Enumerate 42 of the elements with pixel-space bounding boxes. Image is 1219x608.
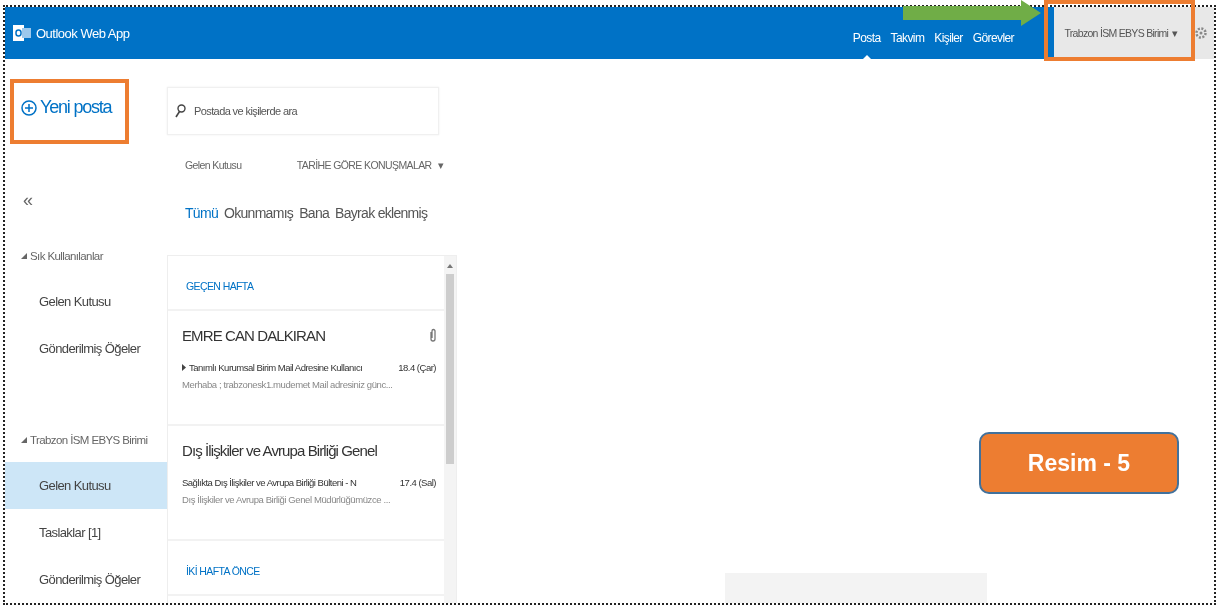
folder-item[interactable]: Gönderilmiş Öğeler — [5, 556, 167, 603]
folder-group-label[interactable]: Sık Kullanılanlar — [30, 250, 103, 262]
figure-label: Resim - 5 — [979, 432, 1179, 494]
nav-link[interactable]: Görevler — [972, 29, 1014, 59]
pointer-arrow-icon — [903, 0, 1041, 26]
message-sender: Dış İlişkiler ve Avrupa Birliği Genel — [182, 441, 377, 459]
search-icon — [175, 104, 186, 118]
expanded-triangle-icon[interactable] — [21, 437, 27, 443]
app-title: Outlook Web App — [36, 25, 130, 41]
date-group-heading: GEÇEN HAFTA — [186, 280, 254, 292]
nav-link[interactable]: Posta — [852, 29, 881, 59]
account-menu[interactable]: Trabzon İSM EBYS Birimi ▾ — [1054, 7, 1188, 59]
filter-tab[interactable]: Tümü — [185, 205, 218, 229]
outlook-logo-icon — [13, 24, 31, 42]
folder-item[interactable]: Gelen Kutusu — [5, 278, 167, 325]
message-subject: Tanımlı Kurumsal Birim Mail Adresine Kullanıcı — [189, 361, 364, 373]
plus-circle-icon — [21, 99, 37, 116]
folder-item[interactable]: Gönderilmiş Öğeler — [5, 325, 167, 372]
filter-tab[interactable]: Bana — [299, 205, 330, 229]
folder-item[interactable]: Taslaklar [1] — [5, 509, 167, 556]
nav-link[interactable]: Kişiler — [934, 29, 963, 59]
filter-tab[interactable]: Okunmamış — [224, 205, 294, 229]
message-sender: EMRE CAN DALKIRAN — [182, 326, 326, 344]
scrollbar[interactable] — [444, 256, 456, 603]
collapse-button[interactable]: « — [23, 190, 33, 210]
expanded-triangle-icon[interactable] — [21, 253, 27, 259]
folder-group-label[interactable]: Trabzon İSM EBYS Birimi — [30, 434, 148, 446]
message-date: 17.4 (Sal) — [399, 476, 436, 488]
filter-tab[interactable]: Bayrak eklenmiş — [335, 205, 428, 229]
folder-item[interactable]: Gelen Kutusu — [5, 462, 167, 509]
folder-name: Gelen Kutusu — [185, 159, 242, 171]
date-group-heading: İKİ HAFTA ÖNCE — [186, 565, 260, 577]
message-subject: Sağlıkta Dış İlişkiler ve Avrupa Birliği Bülteni - N — [182, 476, 358, 488]
sort-dropdown[interactable]: TARİHE GÖRE KONUŞMALAR ▾ — [296, 159, 443, 171]
message-date: 18.4 (Çar) — [398, 361, 436, 373]
message-preview: Dış İlişkiler ve Avrupa Birliği Genel Müdürlüğümüzce ... — [182, 494, 392, 507]
expand-triangle-icon[interactable] — [182, 363, 186, 371]
message-preview: Merhaba ; trabzonesk1.mudemet Mail adresiniz günc... — [182, 379, 394, 392]
nav-link[interactable]: Takvim — [890, 29, 925, 59]
search-field[interactable]: Postada ve kişilerde ara — [167, 87, 439, 135]
settings-icon[interactable] — [1195, 27, 1207, 39]
scroll-up-icon[interactable] — [447, 264, 453, 268]
